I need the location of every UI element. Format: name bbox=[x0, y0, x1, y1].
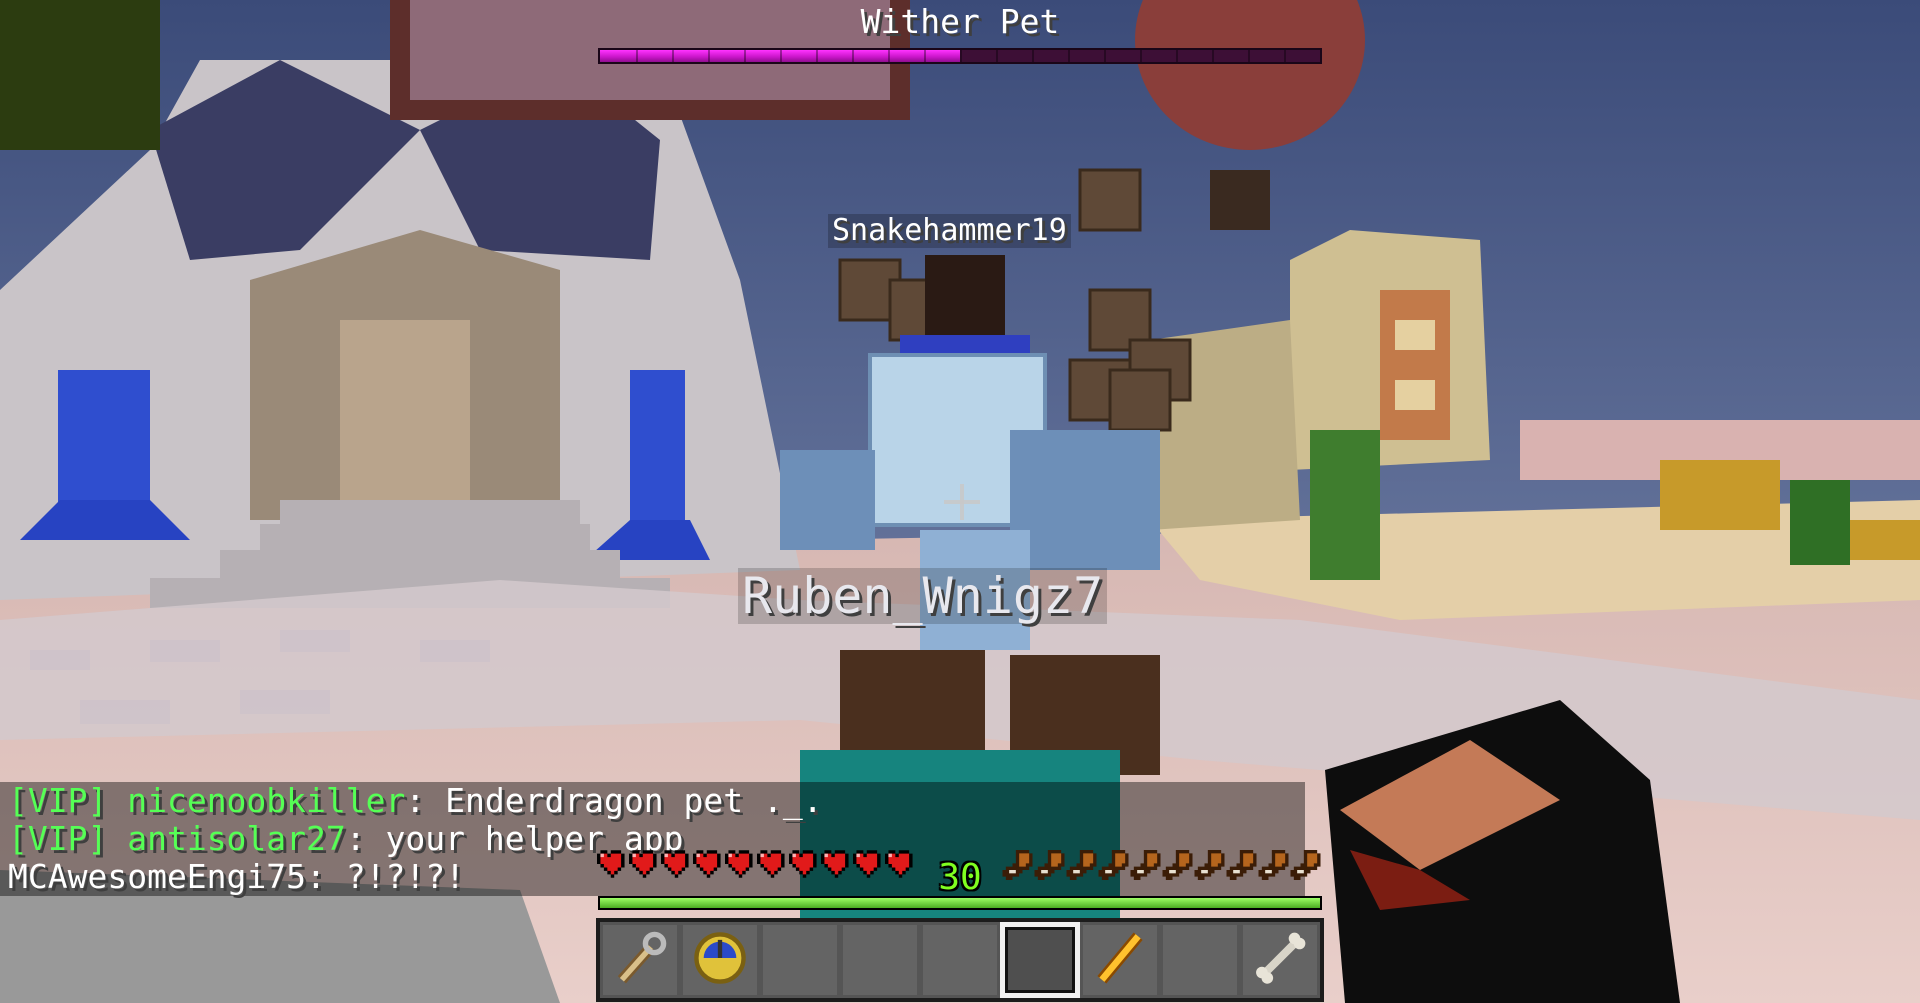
health-hearts bbox=[597, 850, 916, 882]
boss-bar-segment bbox=[960, 50, 962, 62]
hotbar-slot-5[interactable] bbox=[920, 922, 1000, 998]
hotbar-slot-1[interactable] bbox=[600, 922, 680, 998]
boss-bar-segment bbox=[1176, 50, 1178, 62]
hotbar-slot-9[interactable] bbox=[1240, 922, 1320, 998]
boss-bar-segment bbox=[636, 50, 638, 62]
xp-level: 30 bbox=[938, 857, 982, 898]
chat-message: : Enderdragon pet ._. bbox=[405, 781, 823, 820]
heart-icon bbox=[661, 850, 692, 882]
chat-player-name: antisolar27 bbox=[127, 819, 346, 858]
bone-icon bbox=[1251, 929, 1309, 991]
lead-icon bbox=[611, 929, 669, 991]
hotbar-slot-2[interactable] bbox=[680, 922, 760, 998]
boss-health-bar bbox=[598, 48, 1322, 64]
heart-icon bbox=[629, 850, 660, 882]
boss-bar-segment bbox=[744, 50, 746, 62]
player-nametag: Snakehammer19 bbox=[828, 214, 1071, 248]
chat-player-name: MCAwesomeEngi75 bbox=[8, 857, 307, 896]
boss-bar-segment bbox=[708, 50, 710, 62]
hotbar-slot-8[interactable] bbox=[1160, 922, 1240, 998]
boss-bar-segment bbox=[1212, 50, 1214, 62]
boss-bar-segment bbox=[1068, 50, 1070, 62]
chat-rank: [VIP] bbox=[8, 819, 128, 858]
crosshair-icon bbox=[944, 484, 980, 520]
boss-bar-segment bbox=[1284, 50, 1286, 62]
boss-bar-segment bbox=[888, 50, 890, 62]
hunger-icon bbox=[1226, 850, 1257, 884]
heart-icon bbox=[693, 850, 724, 882]
chat-message: : ?!?!?! bbox=[306, 857, 465, 896]
boss-bar-title: Wither Pet bbox=[860, 2, 1060, 41]
heart-icon bbox=[725, 850, 756, 882]
hunger-icon bbox=[1258, 850, 1289, 884]
boss-bar-segment bbox=[924, 50, 926, 62]
hunger-icon bbox=[1290, 850, 1321, 884]
chat-line: [VIP] nicenoobkiller: Enderdragon pet ._… bbox=[0, 782, 1305, 820]
chat-rank: [VIP] bbox=[8, 781, 128, 820]
boss-bar-segment bbox=[1248, 50, 1250, 62]
blaze-rod-icon bbox=[1091, 929, 1149, 991]
xp-bar bbox=[598, 896, 1322, 910]
boss-bar-segment bbox=[1032, 50, 1034, 62]
clock-icon bbox=[691, 929, 749, 991]
hunger-bar bbox=[1002, 850, 1321, 884]
hotbar bbox=[596, 918, 1324, 1002]
boss-bar-segment bbox=[816, 50, 818, 62]
boss-bar-segment bbox=[1104, 50, 1106, 62]
xp-bar-fill bbox=[600, 898, 1320, 908]
hotbar-slot-6[interactable] bbox=[1000, 922, 1080, 998]
hunger-icon bbox=[1098, 850, 1129, 884]
boss-bar-segment bbox=[996, 50, 998, 62]
hunger-icon bbox=[1194, 850, 1225, 884]
heart-icon bbox=[789, 850, 820, 882]
chat-player-name: nicenoobkiller bbox=[127, 781, 406, 820]
heart-icon bbox=[821, 850, 852, 882]
hotbar-slot-4[interactable] bbox=[840, 922, 920, 998]
hunger-icon bbox=[1066, 850, 1097, 884]
hotbar-slot-3[interactable] bbox=[760, 922, 840, 998]
heart-icon bbox=[597, 850, 628, 882]
boss-bar-segment bbox=[1140, 50, 1142, 62]
boss-bar-segment bbox=[852, 50, 854, 62]
boss-bar-segment bbox=[780, 50, 782, 62]
boss-bar-segment bbox=[672, 50, 674, 62]
hunger-icon bbox=[1034, 850, 1065, 884]
heart-icon bbox=[853, 850, 884, 882]
hunger-icon bbox=[1130, 850, 1161, 884]
hotbar-slot-7[interactable] bbox=[1080, 922, 1160, 998]
pet-owner-nametag: Ruben_Wnigz7 bbox=[738, 568, 1108, 624]
heart-icon bbox=[885, 850, 916, 882]
hunger-icon bbox=[1002, 850, 1033, 884]
heart-icon bbox=[757, 850, 788, 882]
hunger-icon bbox=[1162, 850, 1193, 884]
